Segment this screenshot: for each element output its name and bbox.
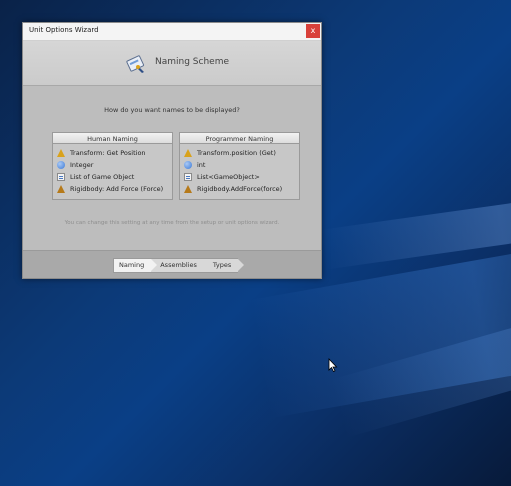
human-naming-option[interactable]: Human Naming Transform: Get Position Int… [52,132,173,200]
title-bar[interactable]: Unit Options Wizard x [23,23,321,41]
preview-label: Rigidbody.AddForce(force) [197,185,283,193]
programmer-naming-button[interactable]: Programmer Naming [179,132,300,144]
list-item: Transform: Get Position [57,147,168,159]
list-item: Transform.position (Get) [184,147,295,159]
window-title: Unit Options Wizard [29,26,99,34]
rigidbody-icon [184,185,192,193]
list-item: List<GameObject> [184,171,295,183]
wizard-header: Naming Scheme [23,41,321,86]
wizard-footer: Naming Assemblies Types [23,250,321,278]
question-text: How do you want names to be displayed? [104,106,240,114]
preview-label: Transform: Get Position [70,149,146,157]
human-naming-preview: Transform: Get Position Integer List of … [52,144,173,200]
list-item: int [184,159,295,171]
breadcrumb-naming[interactable]: Naming [113,258,158,273]
wallpaper-light-beam [320,188,511,270]
programmer-naming-preview: Transform.position (Get) int List<GameOb… [179,144,300,200]
list-icon [57,173,65,181]
preview-label: int [197,161,206,169]
preview-label: Integer [70,161,94,169]
close-button[interactable]: x [306,24,320,38]
preview-label: List<GameObject> [197,173,260,181]
rigidbody-icon [57,185,65,193]
list-item: Rigidbody: Add Force (Force) [57,183,168,195]
preview-label: Transform.position (Get) [197,149,276,157]
list-item: Rigidbody.AddForce(force) [184,183,295,195]
transform-icon [184,149,192,157]
preview-label: List of Game Object [70,173,135,181]
integer-icon [57,161,65,169]
hint-text: You can change this setting at any time … [64,220,280,226]
human-naming-button[interactable]: Human Naming [52,132,173,144]
wizard-content: How do you want names to be displayed? H… [23,86,321,252]
breadcrumb-assemblies[interactable]: Assemblies [151,258,210,273]
preview-label: Rigidbody: Add Force (Force) [70,185,164,193]
programmer-naming-option[interactable]: Programmer Naming Transform.position (Ge… [179,132,300,200]
list-item: Integer [57,159,168,171]
mouse-cursor-icon [328,358,338,372]
naming-scheme-icon [126,55,145,73]
integer-icon [184,161,192,169]
page-title: Naming Scheme [155,57,229,67]
breadcrumb: Naming Assemblies Types [113,258,245,273]
transform-icon [57,149,65,157]
unit-options-wizard-window: Unit Options Wizard x Naming Scheme How … [22,22,322,279]
list-icon [184,173,192,181]
list-item: List of Game Object [57,171,168,183]
